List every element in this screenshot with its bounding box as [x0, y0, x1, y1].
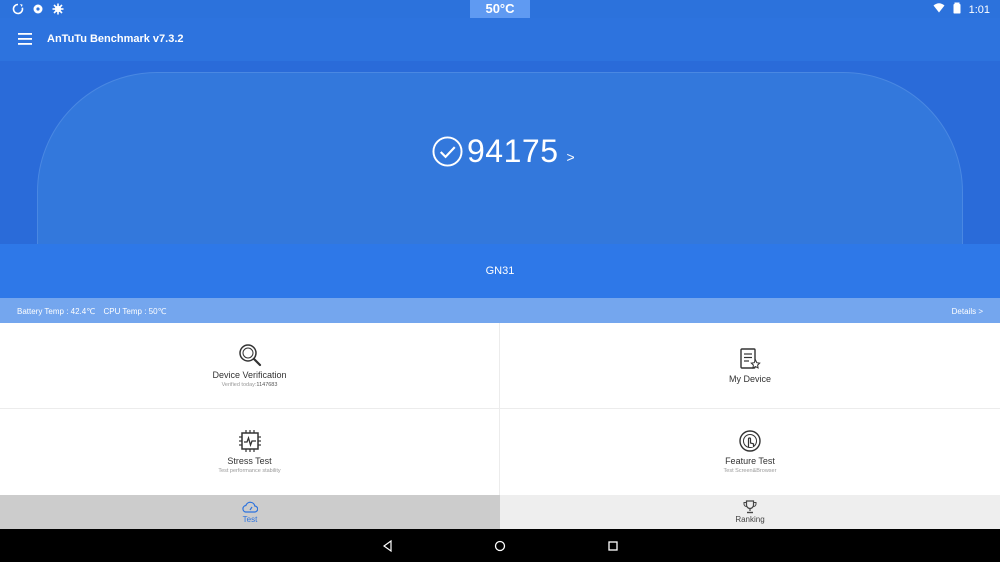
device-verification-button[interactable]: Device Verification Verified today:11476…	[0, 323, 500, 409]
check-circle-icon	[432, 136, 463, 167]
feature-grid: Device Verification Verified today:11476…	[0, 323, 1000, 495]
wifi-icon	[933, 2, 945, 17]
chip-pulse-icon	[238, 430, 261, 452]
battery-icon	[951, 2, 963, 17]
device-verification-title: Device Verification	[212, 370, 287, 380]
feature-test-title: Feature Test	[725, 456, 775, 466]
cpu-temp: CPU Temp : 50℃	[103, 307, 167, 316]
tab-ranking-label: Ranking	[735, 515, 765, 524]
temperature-readouts: Battery Temp : 42.4℃ CPU Temp : 50℃	[17, 307, 173, 316]
document-star-icon	[740, 348, 761, 369]
status-cpu-temp: 50°C	[470, 0, 530, 18]
recents-icon[interactable]	[606, 539, 620, 553]
tab-test-label: Test	[242, 515, 258, 524]
status-time: 1:01	[968, 3, 990, 16]
verified-count: 1147683	[256, 382, 278, 388]
stress-test-sub: Test performance stability	[218, 468, 281, 474]
chevron-right-icon: >	[566, 148, 575, 165]
magnifier-icon	[238, 344, 261, 367]
touch-icon	[739, 430, 761, 452]
device-verification-sub: Verified today:1147683	[221, 382, 278, 388]
benchmark-score: 94175	[467, 133, 559, 169]
stress-test-button[interactable]: Stress Test Test performance stability	[0, 409, 500, 495]
status-system-icons: 1:01	[933, 2, 990, 17]
score-button[interactable]: 94175 >	[432, 133, 575, 170]
device-name: GN31	[0, 244, 1000, 298]
app-bar: AnTuTu Benchmark v7.3.2	[0, 18, 1000, 61]
feature-test-button[interactable]: Feature Test Test Screen&Browser	[500, 409, 1000, 495]
my-device-title: My Device	[728, 374, 771, 384]
bottom-tabs: Test Ranking	[0, 495, 1000, 529]
temperature-bar: Battery Temp : 42.4℃ CPU Temp : 50℃ Deta…	[0, 298, 1000, 323]
feature-test-sub: Test Screen&Browser	[723, 468, 777, 474]
speedometer-cloud-icon	[242, 501, 258, 513]
menu-icon[interactable]	[18, 32, 32, 45]
score-hero: 94175 >	[0, 61, 1000, 244]
back-icon[interactable]	[381, 539, 395, 553]
battery-temp: Battery Temp : 42.4℃	[17, 307, 96, 316]
trophy-icon	[743, 500, 757, 514]
my-device-button[interactable]: My Device	[500, 323, 1000, 409]
home-icon[interactable]	[493, 539, 507, 553]
details-link[interactable]: Details >	[952, 307, 983, 316]
tab-test[interactable]: Test	[0, 495, 500, 529]
navigation-bar	[0, 529, 1000, 562]
app-title: AnTuTu Benchmark v7.3.2	[47, 33, 184, 45]
tab-ranking[interactable]: Ranking	[500, 495, 1000, 529]
stress-test-title: Stress Test	[227, 456, 272, 466]
status-bar: 50°C 1:01	[0, 0, 1000, 18]
